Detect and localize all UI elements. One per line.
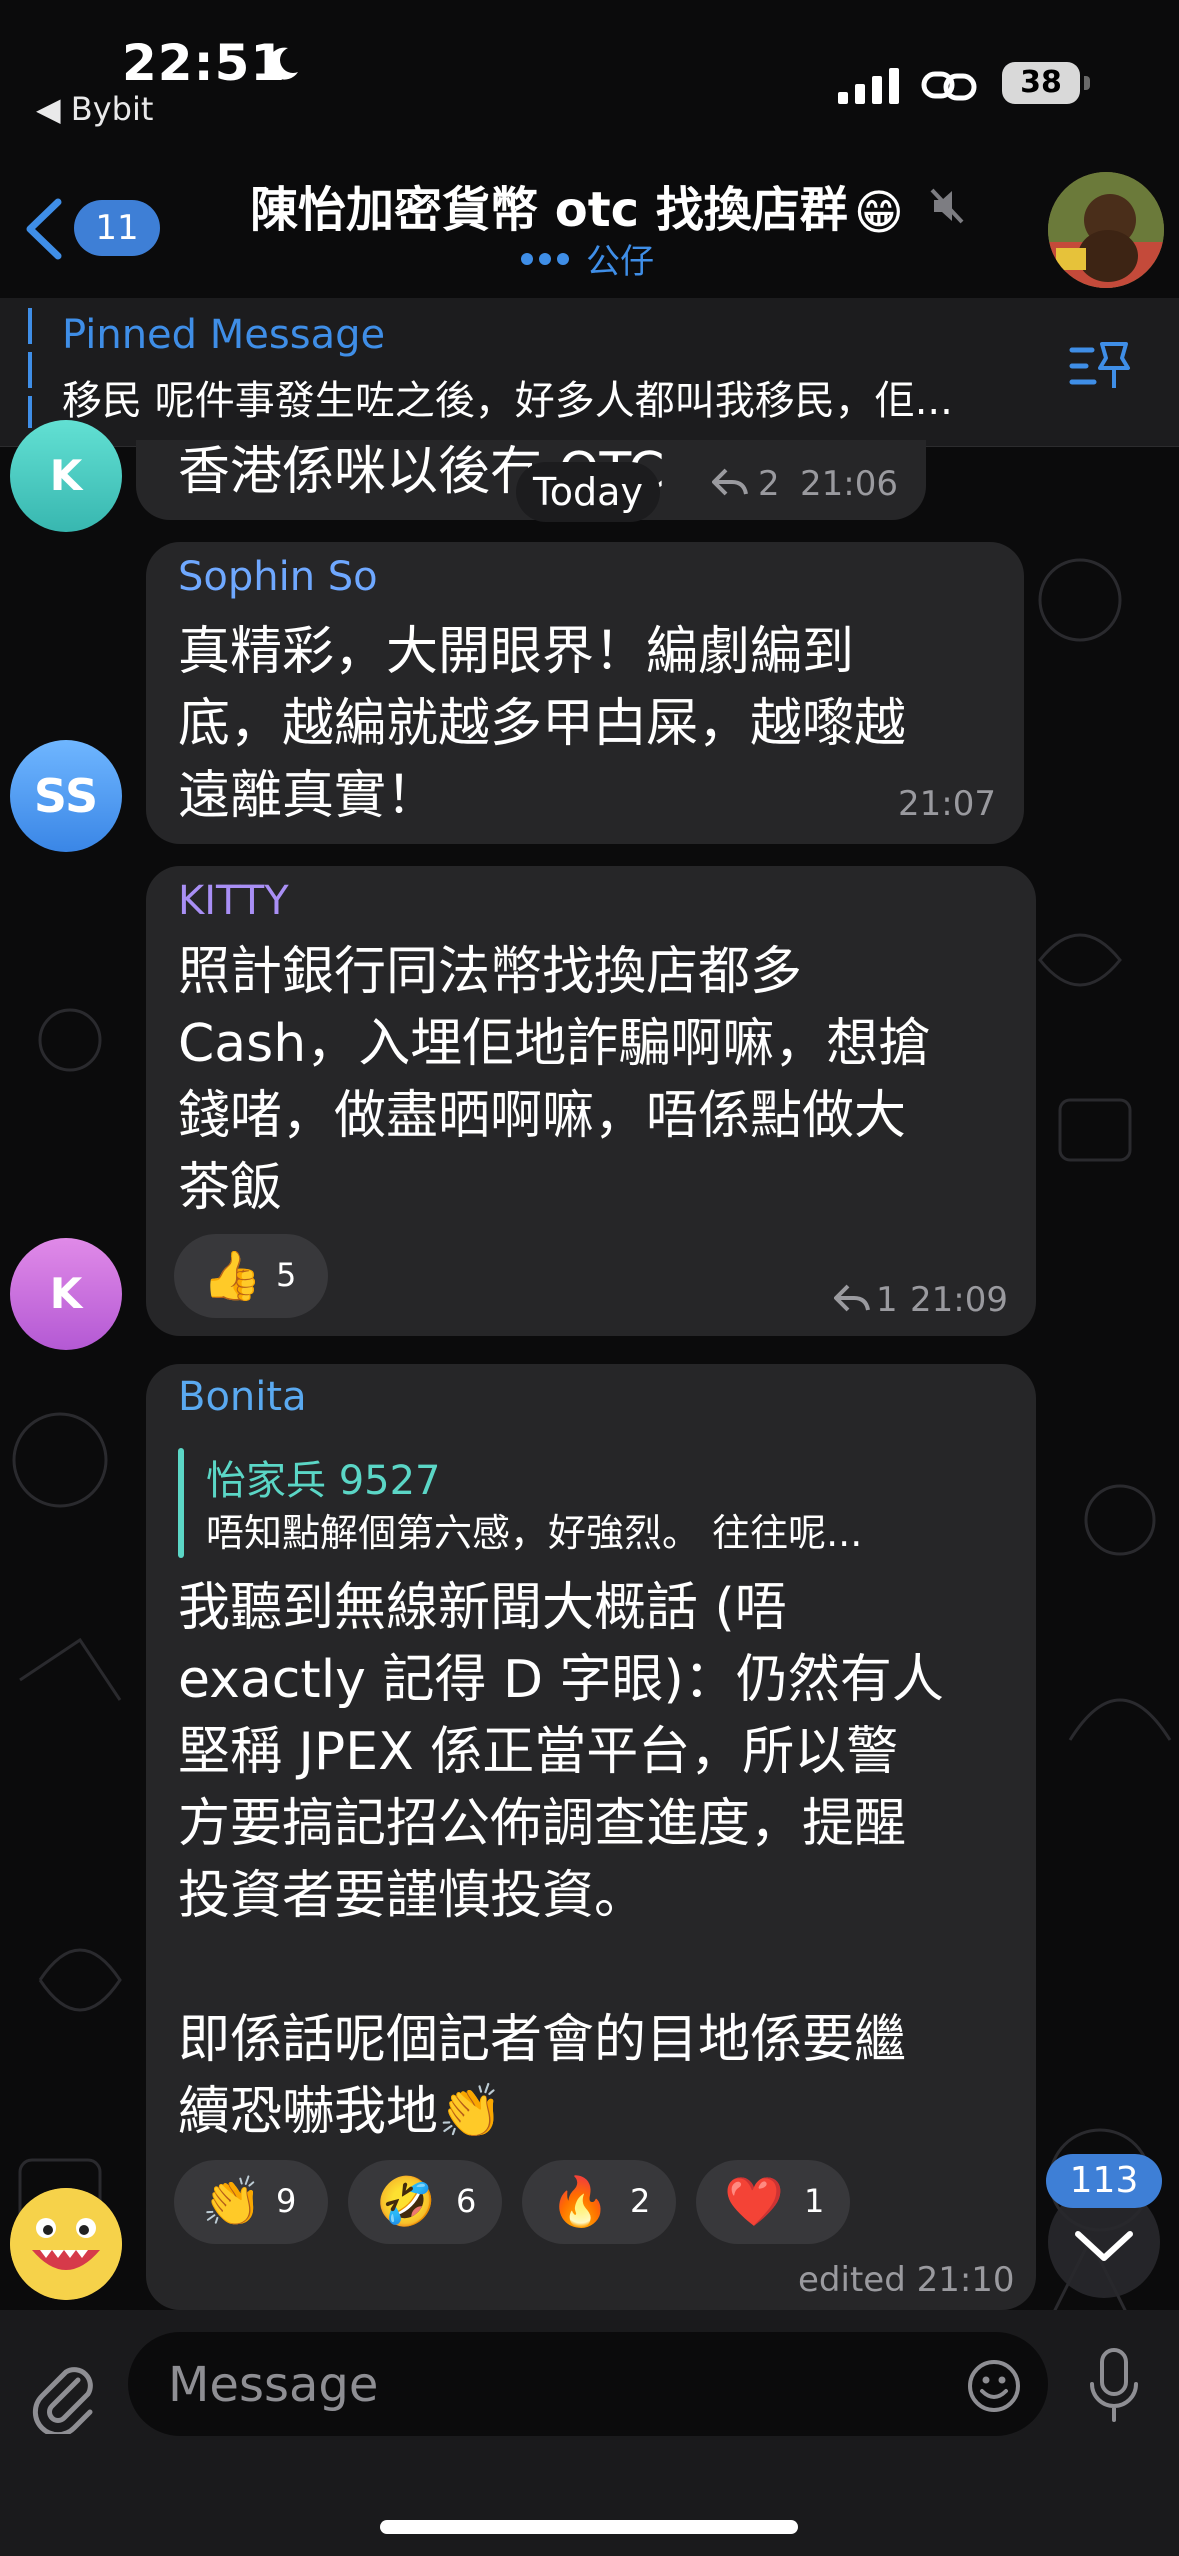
reaction-count: 1 xyxy=(804,2182,825,2220)
reaction-fire[interactable]: 🔥 2 xyxy=(522,2160,676,2244)
sticker-emoji-icon[interactable] xyxy=(966,2358,1022,2414)
moon-icon xyxy=(268,47,298,80)
sender-name[interactable]: Bonita xyxy=(178,1374,307,1420)
battery-indicator: 38 xyxy=(1002,62,1080,104)
group-avatar[interactable] xyxy=(1048,172,1164,288)
message-composer xyxy=(0,2310,1179,2556)
pinned-message-bar[interactable]: Pinned Message 移民 呢件事發生咗之後，好多人都叫我移民，佢... xyxy=(0,298,1179,447)
pinned-label: Pinned Message xyxy=(62,312,386,358)
dog-photo-icon xyxy=(1048,172,1164,288)
personal-hotspot-icon xyxy=(921,71,977,101)
avatar[interactable]: SS xyxy=(10,740,122,852)
message-field[interactable] xyxy=(128,2332,1048,2438)
baby-shark-sticker-icon xyxy=(10,2188,122,2300)
typing-dots-icon xyxy=(521,253,569,265)
avatar[interactable]: K xyxy=(10,420,122,532)
paperclip-icon[interactable] xyxy=(26,2358,102,2434)
message-time: 21:07 xyxy=(898,784,996,824)
message-bubble[interactable]: KITTY 照計銀行同法幣找換店都多 Cash，入埋佢地詐騙啊嘛，想搶 錢啫，做… xyxy=(146,866,1036,1336)
sender-name[interactable]: KITTY xyxy=(178,878,289,924)
battery-tip xyxy=(1084,76,1090,90)
message-text: 照計銀行同法幣找換店都多 Cash，入埋佢地詐騙啊嘛，想搶 錢啫，做盡晒啊嘛，唔… xyxy=(178,942,931,1218)
reaction-count: 9 xyxy=(276,2182,297,2220)
reaction-count: 2 xyxy=(630,2182,651,2220)
signal-icon xyxy=(838,68,899,104)
back-to-app-link[interactable]: ◀ Bybit xyxy=(36,90,153,128)
clap-icon: 👏 xyxy=(202,2174,262,2230)
reaction-count: 6 xyxy=(456,2182,477,2220)
back-button[interactable]: 11 xyxy=(20,196,160,262)
reaction-heart[interactable]: ❤️ 1 xyxy=(696,2160,850,2244)
pinned-indicator xyxy=(28,308,32,428)
pinned-text: 移民 呢件事發生咗之後，好多人都叫我移民，佢... xyxy=(62,378,953,424)
reaction-count: 5 xyxy=(276,1256,297,1294)
reply-count[interactable]: 2 xyxy=(758,464,780,504)
message-time: 21:09 xyxy=(910,1280,1008,1320)
chevron-left-icon xyxy=(26,198,62,260)
reaction-rofl[interactable]: 🤣 6 xyxy=(348,2160,502,2244)
message-time: 21:06 xyxy=(800,464,898,504)
rofl-icon: 🤣 xyxy=(376,2174,436,2230)
reaction-thumbs-up[interactable]: 👍 5 xyxy=(174,1234,328,1318)
date-separator: Today xyxy=(516,462,660,522)
unread-messages-badge: 113 xyxy=(1046,2154,1162,2208)
message-text: 真精彩，大開眼界！編劇編到 底，越編就越多甲甴屎，越嚟越 遠離真實！ xyxy=(178,622,907,826)
quote-sender: 怡家兵 9527 xyxy=(206,1458,441,1504)
message-text: 我聽到無線新聞大概話 (唔 exactly 記得 D 字眼)：仍然有人 堅稱 J… xyxy=(178,1578,944,2142)
avatar[interactable] xyxy=(10,2188,122,2300)
message-bubble[interactable]: Sophin So 真精彩，大開眼界！編劇編到 底，越編就越多甲甴屎，越嚟越 遠… xyxy=(146,542,1024,844)
pinned-list-icon[interactable] xyxy=(1068,338,1132,394)
unread-chats-badge: 11 xyxy=(74,200,160,256)
typing-status: 公仔 xyxy=(586,242,654,282)
home-indicator xyxy=(380,2520,798,2534)
microphone-icon[interactable] xyxy=(1084,2346,1144,2426)
fire-icon: 🔥 xyxy=(550,2174,610,2230)
chat-title-text: 陳怡加密貨幣 otc 找換店群 xyxy=(250,182,848,238)
heart-icon: ❤️ xyxy=(724,2174,784,2230)
message-input[interactable] xyxy=(166,2332,950,2438)
thumbs-up-icon: 👍 xyxy=(202,1248,262,1304)
chat-title[interactable]: 陳怡加密貨幣 otc 找換店群 😁 xyxy=(250,170,950,241)
reply-arrow-icon xyxy=(834,1284,870,1312)
quote-text: 唔知點解個第六感，好強烈。 往往呢... xyxy=(206,1511,863,1555)
title-emoji: 😁 xyxy=(853,185,904,241)
message-time: edited 21:10 xyxy=(798,2260,1015,2300)
avatar[interactable]: K xyxy=(10,1238,122,1350)
muted-speaker-icon xyxy=(930,188,964,224)
reply-count[interactable]: 1 xyxy=(876,1280,898,1320)
reply-arrow-icon xyxy=(712,468,748,496)
quoted-reply[interactable]: 怡家兵 9527 唔知點解個第六感，好強烈。 往往呢... xyxy=(178,1448,998,1558)
sender-name[interactable]: Sophin So xyxy=(178,554,378,600)
reaction-clap[interactable]: 👏 9 xyxy=(174,2160,328,2244)
quote-bar xyxy=(178,1448,184,1558)
